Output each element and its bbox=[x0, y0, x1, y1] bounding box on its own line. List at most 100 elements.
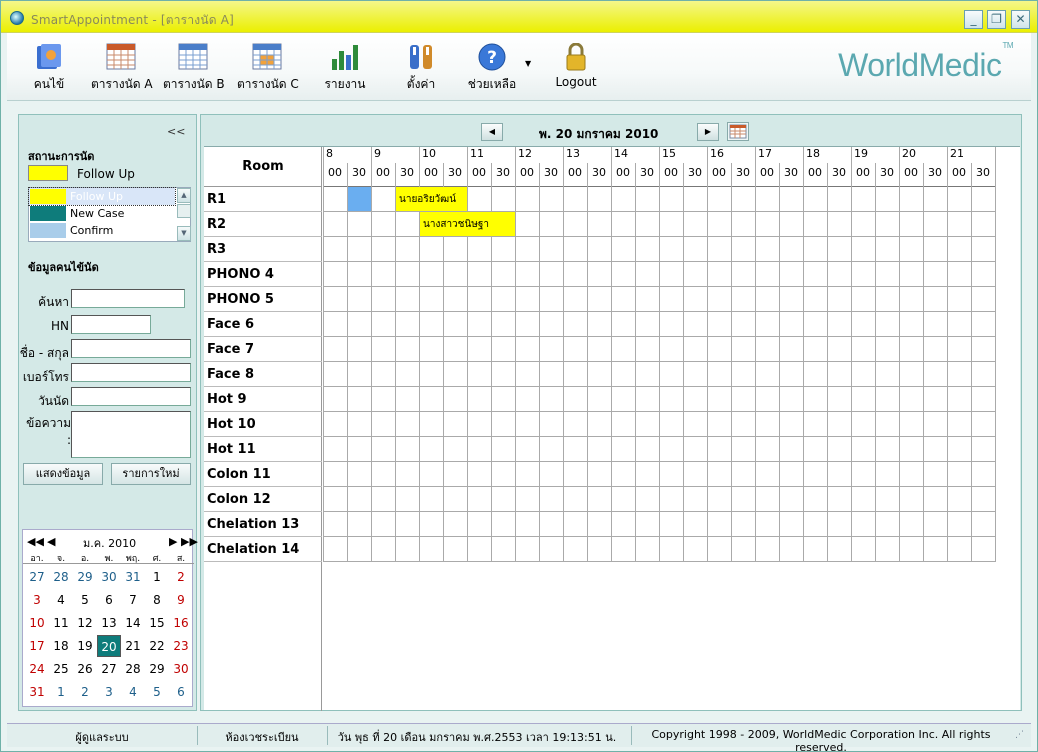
calendar-day[interactable]: 30 bbox=[169, 658, 193, 680]
calendar-day[interactable]: 4 bbox=[121, 681, 145, 703]
title-bar[interactable]: SmartAppointment - [ตารางนัด A] _ ❐ ✕ bbox=[1, 1, 1037, 33]
date-label: วันนัด bbox=[38, 394, 69, 408]
calendar-day[interactable]: 5 bbox=[145, 681, 169, 703]
calendar-day[interactable]: 1 bbox=[49, 681, 73, 703]
calendar-day[interactable]: 28 bbox=[121, 658, 145, 680]
scroll-thumb[interactable] bbox=[177, 204, 191, 218]
toolbar-reports-button[interactable]: รายงาน bbox=[323, 43, 367, 95]
calendar-day[interactable]: 19 bbox=[73, 635, 97, 657]
calendar-day[interactable]: 2 bbox=[73, 681, 97, 703]
grid-line bbox=[323, 561, 995, 562]
status-item-new-case[interactable]: New Case bbox=[29, 205, 175, 222]
calendar-day[interactable]: 16 bbox=[169, 612, 193, 634]
hour-label: 20 bbox=[902, 147, 916, 160]
toolbar-schedule-c-button[interactable]: ตารางนัด C bbox=[237, 43, 299, 95]
prev-day-button[interactable]: ◀ bbox=[481, 123, 503, 141]
prev-year-icon[interactable]: ◀◀ bbox=[27, 535, 44, 548]
calendar-day[interactable]: 10 bbox=[25, 612, 49, 634]
calendar-day[interactable]: 29 bbox=[145, 658, 169, 680]
minute-label: 30 bbox=[592, 166, 606, 179]
appointment-block[interactable]: นางสาวชนิษฐา bbox=[420, 212, 515, 236]
calendar-day[interactable]: 11 bbox=[49, 612, 73, 634]
message-textarea[interactable] bbox=[71, 411, 191, 458]
name-input[interactable] bbox=[71, 339, 191, 358]
calendar-day[interactable]: 7 bbox=[121, 589, 145, 611]
room-column: Room R1 R2 R3 PHONO 4 PHONO 5 Face 6 Face 7 Fac… bbox=[204, 147, 322, 711]
calendar-day[interactable]: 22 bbox=[145, 635, 169, 657]
minute-label: 30 bbox=[496, 166, 510, 179]
calendar-day[interactable]: 5 bbox=[73, 589, 97, 611]
calendar-day[interactable]: 23 bbox=[169, 635, 193, 657]
toolbar-settings-button[interactable]: ตั้งค่า bbox=[401, 43, 441, 95]
status-item-confirm[interactable]: Confirm bbox=[29, 222, 175, 239]
calendar-day[interactable]: 18 bbox=[49, 635, 73, 657]
hour-label: 18 bbox=[806, 147, 820, 160]
appointment-block[interactable] bbox=[348, 187, 371, 211]
calendar-a-icon bbox=[106, 43, 136, 70]
calendar-day[interactable]: 12 bbox=[73, 612, 97, 634]
minimize-button[interactable]: _ bbox=[964, 10, 983, 29]
hn-input[interactable] bbox=[71, 315, 151, 334]
calendar-day[interactable]: 1 bbox=[145, 566, 169, 588]
date-input[interactable] bbox=[71, 387, 191, 406]
calendar-day[interactable]: 30 bbox=[97, 566, 121, 588]
calendar-day[interactable]: 24 bbox=[25, 658, 49, 680]
calendar-day[interactable]: 26 bbox=[73, 658, 97, 680]
calendar-day[interactable]: 27 bbox=[25, 566, 49, 588]
next-year-icon[interactable]: ▶▶ bbox=[181, 535, 198, 548]
calendar-day[interactable]: 8 bbox=[145, 589, 169, 611]
schedule-grid: Room R1 R2 R3 PHONO 4 PHONO 5 Face 6 Face 7 Fac… bbox=[204, 146, 1020, 711]
prev-month-icon[interactable]: ◀ bbox=[47, 535, 55, 548]
calendar-day[interactable]: 9 bbox=[169, 589, 193, 611]
calendar-day[interactable]: 13 bbox=[97, 612, 121, 634]
new-item-button[interactable]: รายการใหม่ bbox=[111, 463, 191, 485]
maximize-button[interactable]: ❐ bbox=[987, 10, 1006, 29]
scroll-down-button[interactable]: ▼ bbox=[177, 226, 191, 241]
hour-label: 13 bbox=[566, 147, 580, 160]
calendar-day[interactable]: 15 bbox=[145, 612, 169, 634]
calendar-day[interactable]: 20 bbox=[97, 635, 121, 657]
calendar-day[interactable]: 29 bbox=[73, 566, 97, 588]
weekday-label: ศ. bbox=[152, 554, 162, 564]
resize-grip-icon[interactable]: ⋰ bbox=[1015, 730, 1024, 740]
search-input[interactable] bbox=[71, 289, 185, 308]
toolbar-help-button[interactable]: ? ช่วยเหลือ bbox=[467, 43, 517, 95]
appointment-block[interactable]: นายอริยวัฒน์ bbox=[396, 187, 467, 211]
calendar-day[interactable]: 6 bbox=[97, 589, 121, 611]
calendar-day[interactable]: 3 bbox=[25, 589, 49, 611]
room-row-label: Hot 9 bbox=[204, 387, 322, 412]
toolbar-schedule-a-button[interactable]: ตารางนัด A bbox=[91, 43, 153, 95]
calendar-day[interactable]: 6 bbox=[169, 681, 193, 703]
calendar-day[interactable]: 4 bbox=[49, 589, 73, 611]
status-item-follow-up[interactable]: Follow Up bbox=[28, 187, 176, 206]
status-list[interactable]: Follow Up New Case Confirm ▲ ▼ bbox=[28, 187, 191, 242]
room-row-label: PHONO 5 bbox=[204, 287, 322, 312]
next-day-button[interactable]: ▶ bbox=[697, 123, 719, 141]
scroll-up-button[interactable]: ▲ bbox=[177, 188, 191, 203]
calendar-day[interactable]: 25 bbox=[49, 658, 73, 680]
toolbar-schedule-b-button[interactable]: ตารางนัด B bbox=[163, 43, 225, 95]
toolbar-patients-button[interactable]: คนไข้ bbox=[29, 43, 69, 95]
toolbar-schedule-c-label: ตารางนัด C bbox=[237, 77, 299, 91]
weekday-label: ส. bbox=[176, 554, 186, 564]
calendar-day[interactable]: 31 bbox=[121, 566, 145, 588]
calendar-day[interactable]: 2 bbox=[169, 566, 193, 588]
calendar-picker-icon[interactable] bbox=[727, 122, 749, 141]
toolbar-logout-button[interactable]: Logout bbox=[553, 43, 599, 95]
minute-label: 00 bbox=[808, 166, 822, 179]
close-button[interactable]: ✕ bbox=[1011, 10, 1030, 29]
calendar-day[interactable]: 14 bbox=[121, 612, 145, 634]
collapse-panel-button[interactable]: << bbox=[167, 125, 185, 138]
help-dropdown-arrow-icon[interactable]: ▼ bbox=[525, 59, 531, 68]
calendar-day[interactable]: 3 bbox=[97, 681, 121, 703]
calendar-day[interactable]: 21 bbox=[121, 635, 145, 657]
calendar-day[interactable]: 17 bbox=[25, 635, 49, 657]
appointment-label: นายอริยวัฒน์ bbox=[399, 194, 457, 205]
calendar-day[interactable]: 28 bbox=[49, 566, 73, 588]
next-month-icon[interactable]: ▶ bbox=[169, 535, 177, 548]
minute-label: 30 bbox=[784, 166, 798, 179]
phone-input[interactable] bbox=[71, 363, 191, 382]
calendar-day[interactable]: 27 bbox=[97, 658, 121, 680]
show-data-button[interactable]: แสดงข้อมูล bbox=[23, 463, 103, 485]
calendar-day[interactable]: 31 bbox=[25, 681, 49, 703]
